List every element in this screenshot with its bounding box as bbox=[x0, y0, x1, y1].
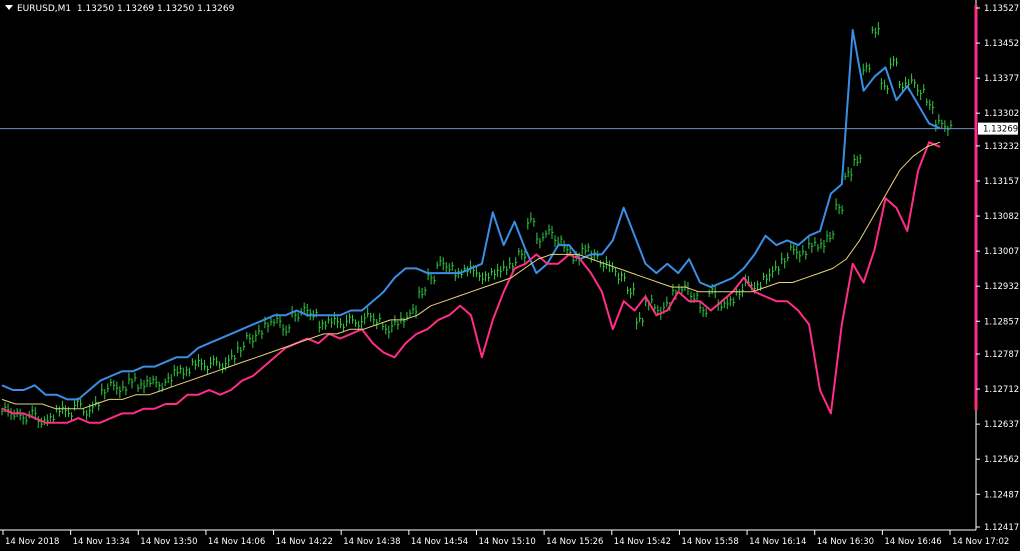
time-tick-label: 14 Nov 14:22 bbox=[276, 537, 333, 547]
price-tick-label: 1.12857 bbox=[984, 317, 1019, 327]
price-tick-label: 1.12932 bbox=[984, 282, 1019, 292]
price-chart[interactable]: 1.13527 1.13452 1.13377 1.13302 1.13232 1.131… bbox=[0, 0, 1020, 551]
price-tick-label: 1.12562 bbox=[984, 455, 1019, 465]
time-tick-label: 14 Nov 14:06 bbox=[208, 537, 265, 547]
current-price-label: 1.13269 bbox=[983, 125, 1018, 135]
price-tick-label: 1.13007 bbox=[984, 247, 1019, 257]
chart-header: EURUSD,M1 1.13250 1.13269 1.13250 1.1326… bbox=[5, 4, 234, 14]
ohlc-values: 1.13250 1.13269 1.13250 1.13269 bbox=[76, 4, 235, 14]
time-tick-label: 14 Nov 15:42 bbox=[614, 537, 671, 547]
symbol-label: EURUSD,M1 bbox=[17, 4, 72, 14]
dropdown-triangle-icon[interactable] bbox=[5, 5, 13, 10]
time-tick-label: 14 Nov 17:02 bbox=[952, 537, 1009, 547]
current-price-tag: 1.13269 bbox=[978, 122, 1018, 135]
price-tick-label: 1.12787 bbox=[984, 350, 1019, 360]
time-tick-label: 14 Nov 16:30 bbox=[817, 537, 874, 547]
time-tick-label: 14 Nov 15:10 bbox=[479, 537, 536, 547]
time-tick-label: 14 Nov 16:46 bbox=[884, 537, 941, 547]
time-tick-label: 14 Nov 15:58 bbox=[681, 537, 738, 547]
time-tick-label: 14 Nov 16:14 bbox=[749, 537, 806, 547]
price-tick-label: 1.13452 bbox=[984, 39, 1019, 49]
price-tick-label: 1.13377 bbox=[984, 74, 1019, 84]
price-tick-label: 1.12637 bbox=[984, 420, 1019, 430]
price-tick-label: 1.13082 bbox=[984, 212, 1019, 222]
time-tick-label: 14 Nov 13:34 bbox=[73, 537, 130, 547]
price-tick-label: 1.13527 bbox=[984, 4, 1019, 14]
chart-background bbox=[0, 0, 1020, 551]
price-tick-label: 1.12487 bbox=[984, 490, 1019, 500]
time-tick-label: 14 Nov 13:50 bbox=[140, 537, 197, 547]
price-tick-label: 1.13302 bbox=[984, 109, 1019, 119]
time-tick-label: 14 Nov 2018 bbox=[5, 537, 59, 547]
price-tick-label: 1.12417 bbox=[984, 523, 1019, 533]
time-tick-label: 14 Nov 14:54 bbox=[411, 537, 468, 547]
price-tick-label: 1.13157 bbox=[984, 177, 1019, 187]
time-tick-label: 14 Nov 14:38 bbox=[343, 537, 400, 547]
time-tick-label: 14 Nov 15:26 bbox=[546, 537, 603, 547]
price-tick-label: 1.12712 bbox=[984, 385, 1019, 395]
price-tick-label: 1.13232 bbox=[984, 142, 1019, 152]
